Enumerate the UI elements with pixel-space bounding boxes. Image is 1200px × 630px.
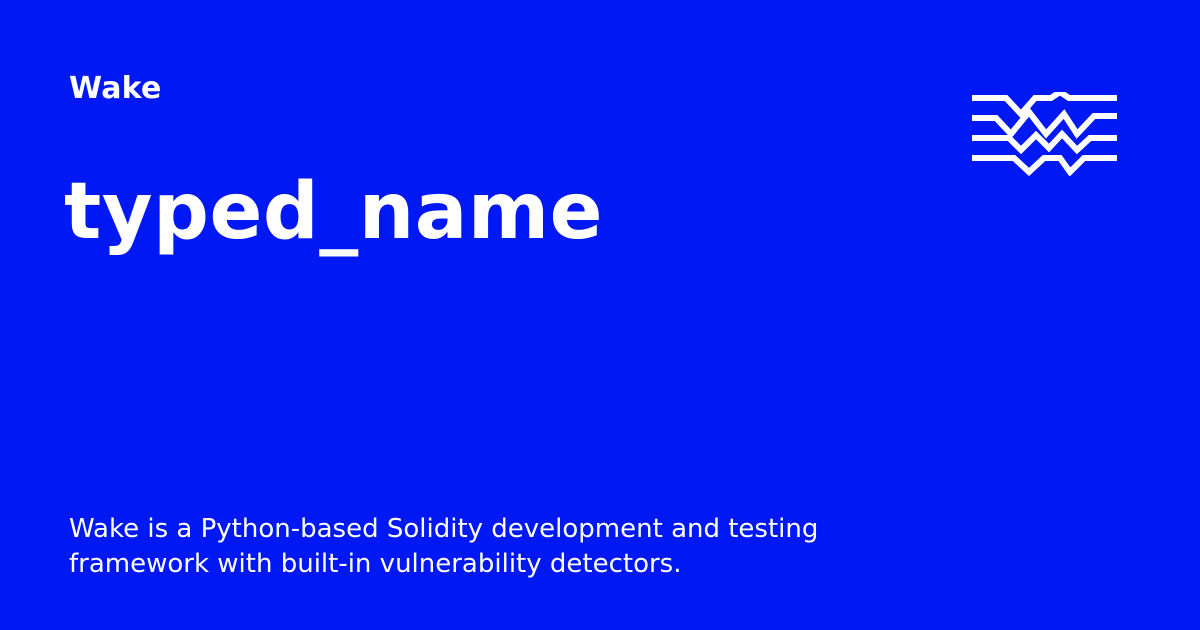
page-description: Wake is a Python-based Solidity developm… <box>69 514 819 579</box>
page-title: typed_name <box>64 167 604 257</box>
brand-name: Wake <box>69 71 162 106</box>
wake-waves-logo-icon <box>972 92 1117 176</box>
